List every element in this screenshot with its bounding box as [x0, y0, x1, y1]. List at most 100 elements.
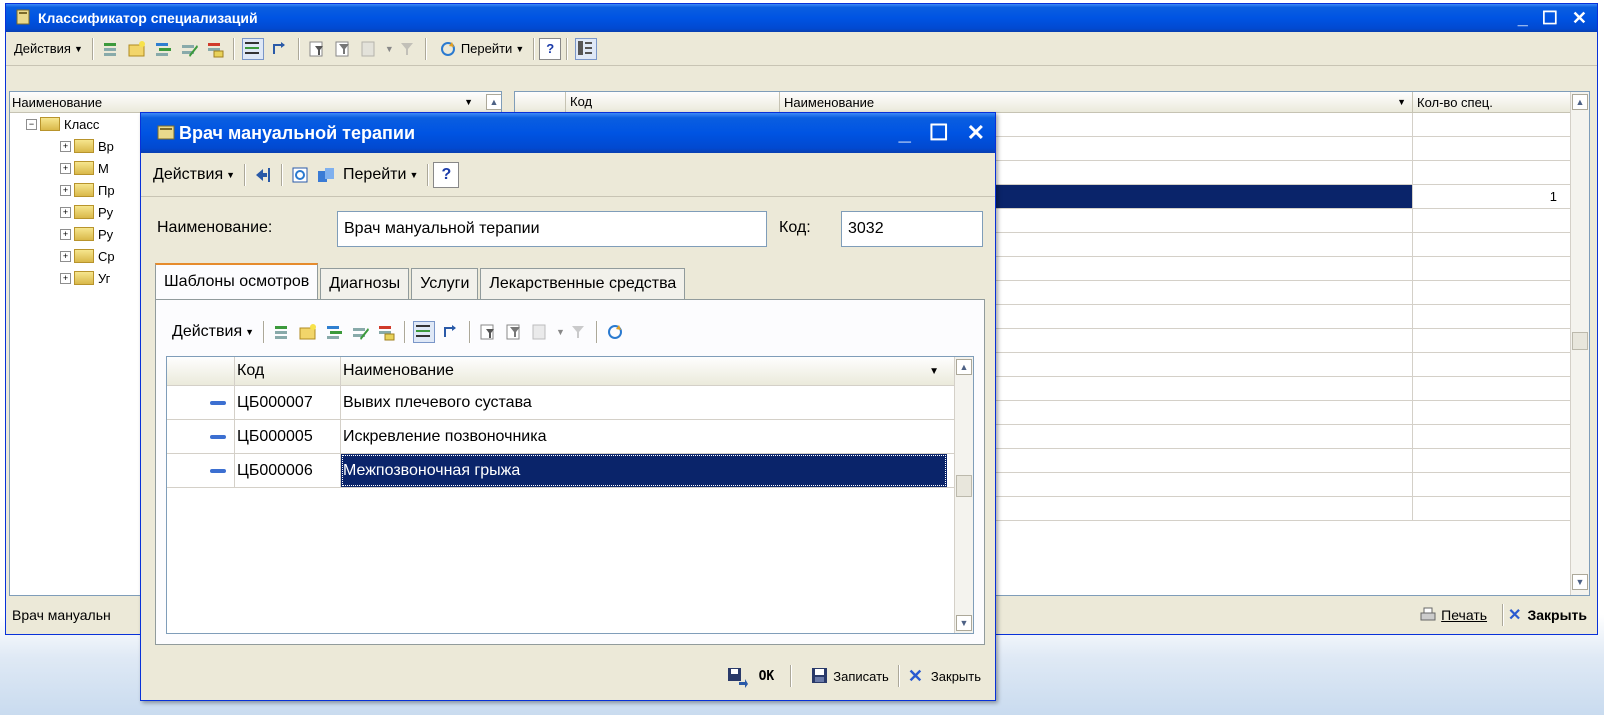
- delete-mark-icon[interactable]: [376, 322, 396, 342]
- name-input[interactable]: Врач мануальной терапии: [337, 211, 767, 247]
- code-input[interactable]: 3032: [841, 211, 983, 247]
- close-button[interactable]: ✕ Закрыть: [1508, 605, 1587, 625]
- clear-filter-icon[interactable]: [568, 322, 588, 342]
- reread-icon[interactable]: [290, 165, 310, 185]
- scroll-thumb[interactable]: [956, 475, 972, 497]
- toolbar-separator: [91, 37, 93, 60]
- book-icon: [15, 8, 35, 28]
- expand-icon[interactable]: +: [60, 250, 71, 262]
- level-up-icon[interactable]: [270, 39, 290, 59]
- tab-3[interactable]: Лекарственные средства: [480, 268, 686, 299]
- scroll-up-button[interactable]: ▲: [486, 94, 501, 110]
- specialization-dialog: Врач мануальной терапии _ ☐ ✕ Действия ▼ …: [140, 112, 996, 701]
- ok-button[interactable]: OK: [719, 663, 779, 689]
- scroll-down-button[interactable]: ▼: [956, 615, 972, 631]
- dropdown-arrow-icon[interactable]: ▼: [556, 327, 565, 337]
- header-name[interactable]: Наименование ▼: [780, 92, 1413, 112]
- collapse-icon[interactable]: −: [26, 118, 37, 130]
- main-title-bar[interactable]: Классификатор специализаций _ ☐ ✕: [6, 4, 1597, 32]
- filter-by-value-icon[interactable]: [333, 39, 353, 59]
- goto-menu[interactable]: Перейти ▼: [339, 162, 422, 188]
- dropdown-arrow-icon[interactable]: ▼: [385, 44, 394, 54]
- structure-icon[interactable]: [316, 165, 336, 185]
- row-count-cell: [1413, 113, 1561, 136]
- minimize-button[interactable]: _: [899, 120, 911, 146]
- maximize-button[interactable]: ☐: [929, 120, 949, 146]
- name-label: Наименование:: [157, 219, 273, 236]
- expand-icon[interactable]: +: [60, 162, 71, 174]
- close-window-button[interactable]: ✕: [1572, 8, 1587, 29]
- go-back-icon[interactable]: [253, 165, 273, 185]
- expand-icon[interactable]: +: [60, 184, 71, 196]
- delete-mark-icon[interactable]: [205, 39, 225, 59]
- add-item-icon[interactable]: [272, 322, 292, 342]
- folder-icon: [74, 183, 94, 197]
- goto-menu-label: Перейти: [343, 165, 407, 183]
- help-icon[interactable]: ?: [539, 37, 562, 60]
- tree-item-label: Уг: [98, 270, 111, 286]
- filter-by-value-icon[interactable]: [504, 322, 524, 342]
- refresh-icon[interactable]: [605, 322, 625, 342]
- row-count-cell: [1413, 329, 1561, 352]
- minimize-button[interactable]: _: [1518, 8, 1528, 29]
- hierarchy-toggle-icon[interactable]: [413, 321, 436, 343]
- print-button[interactable]: Печать: [1415, 605, 1487, 625]
- scroll-down-button[interactable]: ▼: [1572, 574, 1588, 590]
- add-folder-icon[interactable]: [298, 322, 318, 342]
- grid-row[interactable]: ЦБ000005 Искревление позвоночника: [167, 420, 973, 454]
- help-icon[interactable]: ?: [433, 161, 460, 188]
- expand-icon[interactable]: +: [60, 272, 71, 284]
- add-item-icon[interactable]: [101, 39, 121, 59]
- actions-menu[interactable]: Действия ▼: [10, 36, 87, 62]
- tab-content: Действия ▼ ▼ Код Наименование ▼ ЦБ000007…: [155, 299, 985, 645]
- close-button[interactable]: ✕ Закрыть: [904, 663, 985, 689]
- scroll-thumb[interactable]: [1572, 332, 1588, 350]
- actions-menu-label: Действия: [14, 41, 71, 56]
- grid-row[interactable]: ЦБ000006 Межпозвоночная грыжа: [167, 454, 973, 488]
- header-count[interactable]: Кол-во спец.: [1413, 95, 1493, 110]
- header-code[interactable]: Код: [566, 92, 780, 112]
- hierarchy-toggle-icon[interactable]: [241, 37, 264, 60]
- actions-menu[interactable]: Действия ▼: [149, 162, 239, 188]
- edit-item-icon[interactable]: [179, 39, 199, 59]
- maximize-button[interactable]: ☐: [1542, 8, 1558, 29]
- filter-icon[interactable]: [307, 39, 327, 59]
- grid-header-name[interactable]: Наименование ▼: [341, 357, 947, 385]
- tab-2[interactable]: Услуги: [411, 268, 479, 299]
- filter-history-icon[interactable]: [530, 322, 550, 342]
- row-count-cell: [1413, 497, 1561, 520]
- tree-view-icon[interactable]: [575, 37, 598, 60]
- grid-scrollbar[interactable]: ▲ ▼: [954, 357, 973, 633]
- dropdown-arrow-icon[interactable]: ▼: [464, 97, 473, 107]
- copy-item-icon[interactable]: [153, 39, 173, 59]
- grid-header-code[interactable]: Код: [235, 357, 341, 385]
- save-button[interactable]: Записать: [803, 663, 893, 689]
- tree-column-header[interactable]: Наименование ▼: [10, 92, 501, 113]
- toolbar-separator: [566, 37, 568, 60]
- scroll-up-button[interactable]: ▲: [1572, 94, 1588, 110]
- tab-0[interactable]: Шаблоны осмотров: [155, 263, 319, 299]
- dialog-title-bar[interactable]: Врач мануальной терапии _ ☐ ✕: [141, 113, 995, 153]
- close-x-icon: ✕: [907, 665, 923, 686]
- clear-filter-icon[interactable]: [397, 39, 417, 59]
- goto-menu[interactable]: Перейти ▼: [431, 36, 528, 62]
- filter-icon[interactable]: [478, 322, 498, 342]
- expand-icon[interactable]: +: [60, 140, 71, 152]
- toolbar-separator: [595, 321, 597, 343]
- diagnosis-templates-grid[interactable]: Код Наименование ▼ ЦБ000007 Вывих плечевог…: [166, 356, 974, 634]
- close-window-button[interactable]: ✕: [967, 120, 985, 146]
- sub-actions-menu[interactable]: Действия ▼: [168, 319, 258, 345]
- expand-icon[interactable]: +: [60, 206, 71, 218]
- list-scrollbar[interactable]: ▲ ▼: [1570, 92, 1589, 595]
- level-up-icon[interactable]: [441, 322, 461, 342]
- filter-history-icon[interactable]: [359, 39, 379, 59]
- grid-row[interactable]: ЦБ000007 Вывих плечевого сустава: [167, 386, 973, 420]
- copy-item-icon[interactable]: [324, 322, 344, 342]
- scroll-up-button[interactable]: ▲: [956, 359, 972, 375]
- edit-item-icon[interactable]: [350, 322, 370, 342]
- main-toolbar: Действия ▼ ▼ Перейти ▼ ?: [6, 32, 1597, 66]
- expand-icon[interactable]: +: [60, 228, 71, 240]
- add-folder-icon[interactable]: [127, 39, 147, 59]
- tab-1[interactable]: Диагнозы: [320, 268, 410, 299]
- item-marker-icon: [210, 434, 226, 439]
